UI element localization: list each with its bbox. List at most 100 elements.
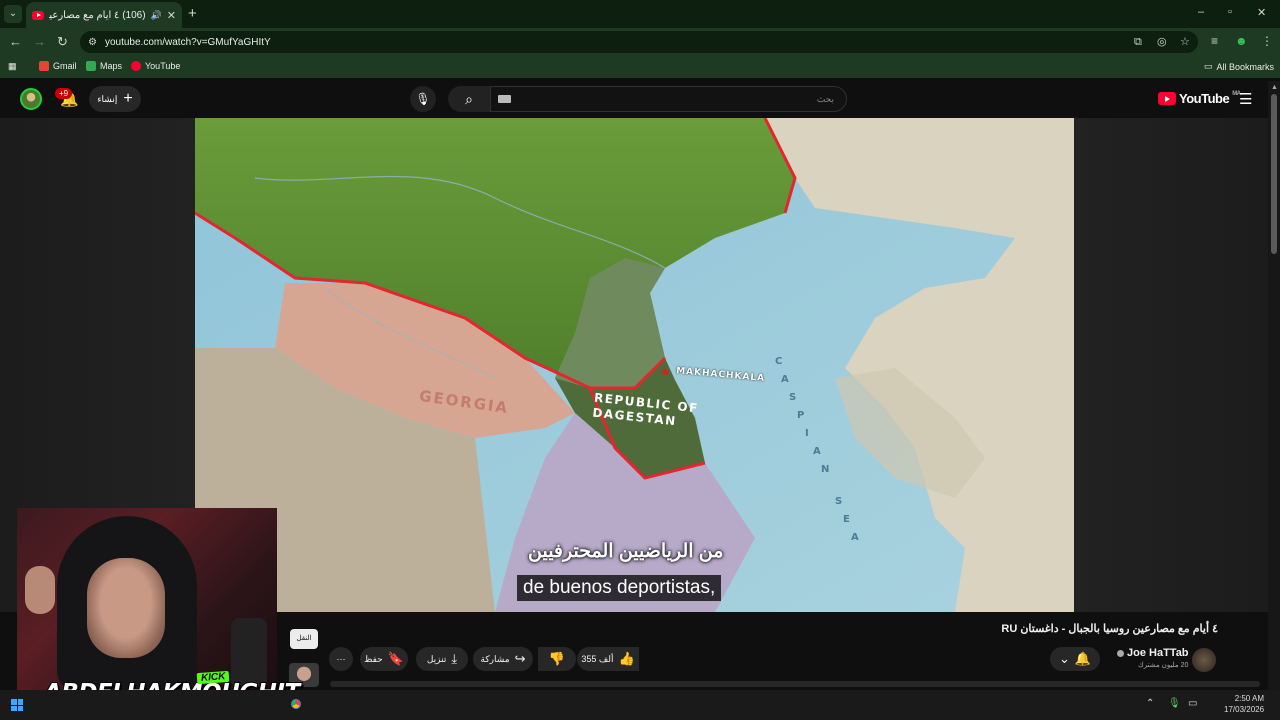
windows-taskbar — [0, 690, 1280, 720]
tab-search-icon[interactable]: ⌄ — [4, 5, 22, 23]
folder-icon: ▭ — [1204, 61, 1213, 71]
scrollbar-thumb[interactable] — [1271, 94, 1277, 254]
subtitle-spanish: de buenos deportistas, — [517, 575, 722, 601]
like-button[interactable]: 355 ألف 👍 — [577, 647, 639, 671]
create-label: إنشاء — [97, 93, 118, 104]
back-arrow-icon[interactable]: ← — [9, 34, 22, 49]
forward-arrow-icon[interactable]: → — [33, 34, 46, 49]
bookmark-icon: 🔖 — [387, 651, 404, 666]
tab-title: (106) ٤ أيام مع مصارعين روسيا بالجبال - … — [49, 9, 146, 21]
youtube-play-icon — [1158, 92, 1176, 105]
download-icon: ⤓ — [451, 651, 458, 666]
close-window-button[interactable]: ✕ — [1257, 6, 1266, 19]
notification-badge: +9 — [55, 88, 73, 99]
video-title: ٤ أيام مع مصارعين روسيا بالجبال - داغستا… — [1001, 623, 1218, 635]
bookmark-maps[interactable]: Maps — [86, 61, 122, 71]
taskbar-clock[interactable]: 2:50 AM 17/03/2026 — [1224, 693, 1264, 715]
map-label-caspian-sea: C A S P I A N S E A — [771, 356, 891, 556]
restore-button[interactable]: ▫ — [1228, 6, 1232, 18]
download-button[interactable]: تنزيل ⤓ — [416, 647, 468, 671]
youtube-favicon-icon — [32, 10, 44, 20]
tooltip: النقل — [290, 629, 318, 649]
save-label: حفظ — [364, 653, 383, 664]
chevron-down-icon: ⌄ — [1058, 651, 1070, 666]
share-label: مشاركة — [480, 653, 510, 664]
bookmark-label: Gmail — [53, 61, 77, 71]
youtube-logo[interactable]: YouTube MA — [1158, 91, 1241, 106]
minimize-button[interactable]: – — [1198, 6, 1204, 18]
cast-icon[interactable]: ⧉ — [1134, 31, 1142, 53]
plus-icon: + — [123, 90, 133, 107]
url-text: youtube.com/watch?v=GMufYaGHItY — [104, 36, 271, 48]
hamburger-menu-icon[interactable]: ☰ — [1239, 90, 1252, 108]
sea-letter: E — [843, 514, 856, 525]
browser-toolbar: ← → ↻ ⚙ youtube.com/watch?v=GMufYaGHItY … — [0, 28, 1280, 56]
youtube-icon — [131, 61, 141, 71]
browser-tab[interactable]: (106) ٤ أيام مع مصارعين روسيا بالجبال - … — [26, 2, 182, 28]
voice-search-mic-icon[interactable]: 🎙 — [410, 86, 436, 112]
bookmarks-bar: ▦ Gmail Maps YouTube ▭ All Bookmarks — [0, 56, 1280, 78]
all-bookmarks-button[interactable]: ▭ All Bookmarks — [1204, 61, 1274, 72]
subscribed-button[interactable]: ⌄ 🔔 — [1050, 647, 1100, 671]
video-player[interactable]: GEORGIA REPUBLIC OF DAGESTAN ★ MAKHACHKA… — [195, 118, 1074, 612]
clock-time: 2:50 AM — [1234, 694, 1265, 703]
close-tab-icon[interactable]: ✕ — [167, 9, 176, 22]
scroll-up-arrow-icon[interactable]: ▲ — [1271, 84, 1278, 91]
webcam-face — [87, 558, 165, 658]
sea-letter: N — [821, 464, 836, 475]
thumbs-down-icon: 👎 — [548, 651, 566, 666]
subscriber-count: 20 مليون مشترك — [1138, 662, 1189, 669]
search-input[interactable]: بحث — [490, 86, 847, 112]
keyboard-icon[interactable] — [498, 95, 511, 103]
bell-icon: 🔔 — [1074, 651, 1092, 666]
bookmark-youtube[interactable]: YouTube — [131, 61, 180, 71]
share-arrow-icon: ↪ — [514, 651, 526, 666]
sea-letter: I — [805, 428, 815, 439]
sea-letter: A — [813, 446, 827, 457]
bookmark-gmail[interactable]: Gmail — [39, 61, 77, 71]
webcam-hand — [25, 566, 55, 614]
address-bar[interactable]: ⚙ youtube.com/watch?v=GMufYaGHItY ⧉ ◎ ☆ — [80, 31, 1198, 53]
chrome-taskbar-icon[interactable] — [288, 696, 304, 712]
sea-letter: S — [789, 392, 803, 403]
reload-icon[interactable]: ↻ — [57, 34, 68, 50]
logo-text: YouTube — [1179, 91, 1230, 106]
all-bookmarks-label: All Bookmarks — [1216, 61, 1275, 72]
download-label: تنزيل — [426, 653, 447, 664]
capital-star-icon: ★ — [660, 365, 671, 379]
webcam-microphone — [231, 618, 267, 688]
sea-letter: P — [797, 410, 811, 421]
more-horizontal-icon: ⋯ — [336, 653, 346, 664]
menu-kebab-icon[interactable]: ⋮ — [1261, 34, 1273, 48]
thumbs-up-icon: 👍 — [618, 651, 635, 666]
extension-icon[interactable]: ☻ — [1235, 34, 1248, 48]
display-tray-icon[interactable]: ▭ — [1188, 698, 1197, 709]
save-button[interactable]: حفظ 🔖 — [360, 647, 408, 671]
gmail-icon — [39, 61, 49, 71]
windows-start-icon[interactable] — [11, 699, 23, 711]
apps-grid-icon[interactable]: ▦ — [8, 61, 17, 72]
new-tab-button[interactable]: + — [188, 5, 197, 22]
tray-chevron-icon[interactable]: ⌃ — [1146, 698, 1154, 709]
sea-letter: A — [781, 374, 795, 385]
site-info-icon[interactable]: ⚙ — [88, 37, 97, 48]
search-placeholder: بحث — [816, 94, 834, 104]
streamer-webcam — [17, 508, 277, 690]
share-button[interactable]: مشاركة ↪ — [473, 647, 533, 671]
channel-avatar[interactable] — [1192, 648, 1216, 672]
maps-icon — [86, 61, 96, 71]
create-button[interactable]: إنشاء + — [89, 86, 141, 112]
dislike-button[interactable]: 👎 — [538, 647, 576, 671]
microphone-tray-icon[interactable]: 🎙 — [1168, 698, 1181, 709]
verified-icon — [1117, 650, 1124, 657]
more-actions-button[interactable]: ⋯ — [329, 647, 353, 671]
account-avatar[interactable] — [20, 88, 42, 110]
reading-list-icon[interactable]: ≡ — [1211, 34, 1218, 48]
search-icon[interactable]: ⌕ — [448, 86, 490, 112]
map-frame — [195, 118, 1074, 612]
sea-letter: C — [775, 356, 789, 367]
bookmark-star-icon[interactable]: ☆ — [1180, 31, 1190, 53]
speaker-icon[interactable]: 🔊 — [151, 10, 162, 21]
channel-name[interactable]: Joe HaTTab — [1127, 647, 1189, 659]
eye-off-icon[interactable]: ◎ — [1157, 31, 1167, 53]
